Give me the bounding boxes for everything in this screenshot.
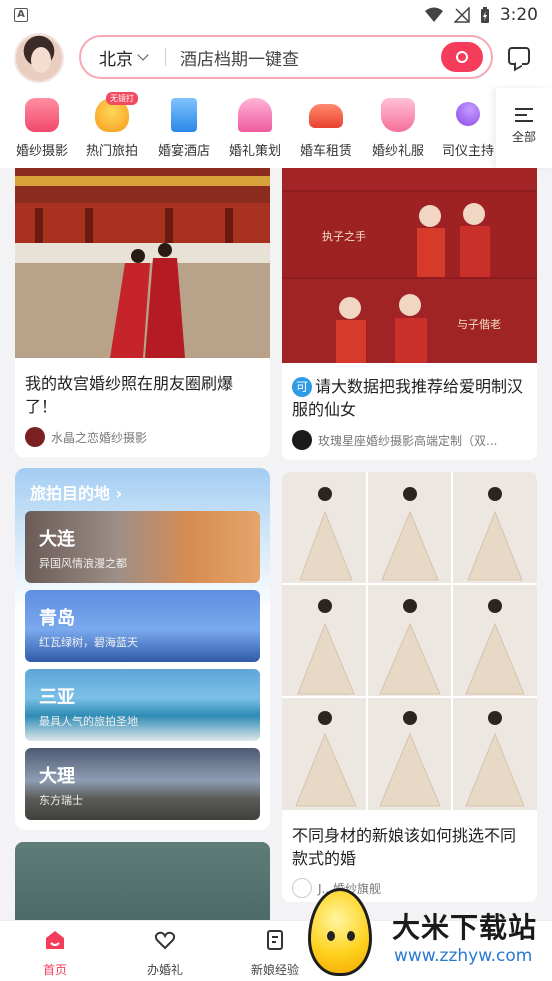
watermark-url: www.zzhyw.com	[394, 946, 533, 966]
notification-a-icon: A	[14, 8, 28, 22]
card-author[interactable]: 水晶之恋婚纱摄影	[15, 427, 270, 447]
message-icon[interactable]	[508, 47, 530, 65]
feed-card-hanfu[interactable]: 执子之手 与子偕老 可请大数据把我推荐给爱明制汉服的仙女 玫瑰星座婚纱摄影高端定…	[282, 168, 537, 460]
destinations-title[interactable]: 旅拍目的地 ›	[30, 480, 122, 504]
egg-mascot-icon	[308, 888, 372, 976]
card-title: 可请大数据把我推荐给爱明制汉服的仙女	[282, 375, 537, 421]
category-wedding-photo[interactable]: 婚纱摄影	[6, 94, 78, 159]
feed-card-forbidden-city[interactable]: 我的故宫婚纱照在朋友圈刷爆了！ 水晶之恋婚纱摄影	[15, 168, 270, 457]
user-avatar[interactable]	[14, 33, 64, 83]
tab-label: 办婚礼	[146, 963, 183, 977]
category-label: 婚宴酒店	[157, 144, 210, 159]
photo-caption-1: 执子之手	[322, 229, 366, 243]
category-banquet-hotel[interactable]: 婚宴酒店	[148, 94, 220, 159]
top-header: 北京 酒店档期一键查	[0, 30, 552, 88]
wifi-icon	[424, 7, 443, 22]
search-icon	[456, 51, 468, 63]
category-label: 婚纱摄影	[15, 144, 68, 159]
destination-dali[interactable]: 大理 东方瑞士	[25, 748, 260, 820]
card-title: 不同身材的新娘该如何挑选不同款式的婚	[292, 826, 517, 868]
watermark-title: 大米下载站	[392, 911, 538, 944]
hotel-icon	[171, 98, 197, 132]
category-wedding-car[interactable]: 婚车租赁	[290, 94, 362, 159]
author-name: 玫瑰星座婚纱摄影高端定制（双...	[318, 433, 498, 448]
chevron-down-icon	[137, 49, 149, 61]
microphone-icon	[456, 102, 480, 126]
status-icons: 3:20	[424, 5, 538, 25]
category-label: 婚纱礼服	[371, 144, 424, 159]
category-label: 热门旅拍	[85, 144, 138, 159]
forbidden-city-photo	[15, 168, 270, 358]
category-travel-photo[interactable]: 无镜打 热门旅拍	[76, 92, 148, 159]
city-label: 北京	[99, 49, 133, 70]
destination-name: 大理	[39, 766, 75, 787]
destination-dalian[interactable]: 大连 异国风情浪漫之都	[25, 511, 260, 583]
destination-subtitle: 东方瑞士	[39, 794, 83, 807]
camera-icon	[25, 98, 59, 132]
category-label: 司仪主持	[441, 144, 494, 159]
category-label: 婚车租赁	[299, 144, 352, 159]
destination-name: 三亚	[39, 687, 75, 708]
category-all-button[interactable]: 全部	[496, 88, 552, 168]
feed-card-partial[interactable]	[15, 842, 270, 920]
battery-icon	[480, 6, 489, 23]
wedding-dress-photo	[282, 472, 537, 810]
card-title: 我的故宫婚纱照在朋友圈刷爆了！	[25, 374, 234, 416]
site-watermark: 大米下载站 www.zzhyw.com	[300, 880, 552, 981]
author-avatar	[292, 430, 312, 450]
card-title-text: 请大数据把我推荐给爱明制汉服的仙女	[292, 377, 524, 419]
tab-wedding[interactable]: 办婚礼	[120, 929, 210, 978]
destination-subtitle: 红瓦绿树，碧海蓝天	[39, 636, 138, 649]
status-bar: A 3:20	[0, 0, 552, 30]
category-label: 婚礼策划	[228, 144, 281, 159]
car-icon	[309, 104, 343, 128]
photo-caption-2: 与子偕老	[457, 317, 501, 331]
arch-icon	[238, 98, 272, 132]
tab-home[interactable]: 首页	[10, 929, 100, 978]
search-bar[interactable]: 北京 酒店档期一键查	[79, 35, 493, 79]
city-selector[interactable]: 北京	[99, 45, 149, 70]
hanfu-photo: 执子之手 与子偕老	[282, 168, 537, 363]
heart-ring-icon	[154, 931, 176, 950]
feed-card-wedding-dress[interactable]: 不同身材的新娘该如何挑选不同款式的婚 J...婚纱旗舰	[282, 472, 537, 902]
destination-name: 青岛	[39, 608, 75, 629]
home-icon	[46, 931, 64, 949]
card-author[interactable]: 玫瑰星座婚纱摄影高端定制（双...	[282, 430, 537, 450]
no-signal-icon	[453, 7, 470, 23]
author-name: 水晶之恋婚纱摄影	[51, 430, 148, 445]
dress-icon	[381, 98, 415, 132]
destination-name: 大连	[39, 529, 75, 550]
tab-label: 首页	[42, 963, 67, 977]
destination-subtitle: 最具人气的旅拍圣地	[39, 715, 138, 728]
search-input[interactable]: 酒店档期一键查	[180, 45, 441, 70]
category-badge: 无镜打	[106, 92, 138, 105]
category-all-label: 全部	[511, 130, 536, 144]
document-icon	[267, 930, 283, 950]
status-time: 3:20	[499, 5, 538, 25]
tag-ke-badge: 可	[292, 377, 312, 397]
category-wedding-planning[interactable]: 婚礼策划	[219, 94, 291, 159]
category-host[interactable]: 司仪主持	[432, 94, 504, 159]
search-divider	[165, 48, 166, 66]
travel-destinations-panel: 旅拍目的地 › 大连 异国风情浪漫之都 青岛 红瓦绿树，碧海蓝天 三亚 最具人气…	[15, 468, 270, 830]
destination-subtitle: 异国风情浪漫之都	[39, 557, 127, 570]
destination-sanya[interactable]: 三亚 最具人气的旅拍圣地	[25, 669, 260, 741]
category-wedding-dress[interactable]: 婚纱礼服	[362, 94, 434, 159]
search-button[interactable]	[441, 42, 483, 72]
menu-lines-icon	[515, 108, 533, 122]
destination-qingdao[interactable]: 青岛 红瓦绿树，碧海蓝天	[25, 590, 260, 662]
category-nav: 婚纱摄影 无镜打 热门旅拍 婚宴酒店 婚礼策划 婚车租赁 婚纱礼服 司仪主持 全…	[0, 88, 552, 168]
author-avatar	[25, 427, 45, 447]
